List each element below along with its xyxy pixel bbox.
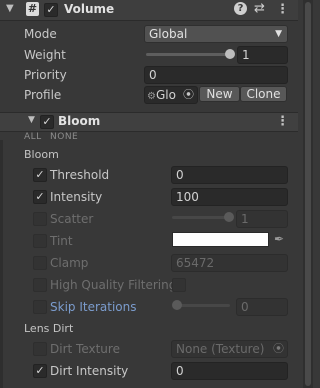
- scatter-label: Scatter: [50, 212, 94, 226]
- dirt-intensity-label: Dirt Intensity: [50, 364, 129, 378]
- new-profile-button[interactable]: New: [199, 86, 240, 102]
- bloom-section-label: Bloom: [24, 148, 59, 161]
- clamp-override-checkbox[interactable]: [33, 256, 47, 270]
- script-hash-icon: #: [26, 2, 39, 16]
- object-picker-icon[interactable]: ⦿: [183, 87, 194, 103]
- hq-filtering-checkbox[interactable]: [172, 278, 186, 292]
- tint-color-swatch[interactable]: [172, 232, 269, 247]
- scatter-slider-knob[interactable]: [224, 212, 234, 222]
- profile-value: Glo: [155, 88, 176, 102]
- bloom-foldout-arrow-icon[interactable]: ▼: [28, 115, 35, 125]
- scrollbar-thumb[interactable]: [305, 2, 311, 386]
- intensity-override-checkbox[interactable]: ✓: [33, 190, 47, 204]
- bloom-menu-icon[interactable]: ⋮: [276, 115, 289, 129]
- profile-label: Profile: [24, 88, 62, 102]
- clamp-field[interactable]: 65472: [171, 254, 288, 272]
- dirt-texture-label: Dirt Texture: [50, 342, 120, 356]
- threshold-override-checkbox[interactable]: ✓: [33, 168, 47, 182]
- left-edge-strip: [0, 140, 3, 388]
- weight-label: Weight: [24, 48, 66, 62]
- hq-override-checkbox[interactable]: [33, 278, 47, 292]
- scatter-slider-track[interactable]: [172, 216, 230, 219]
- dirt-intensity-field[interactable]: 0: [171, 362, 288, 380]
- clone-profile-button[interactable]: Clone: [240, 86, 287, 102]
- skip-slider-knob[interactable]: [172, 300, 182, 310]
- skip-field[interactable]: 0: [236, 298, 288, 316]
- skip-override-checkbox[interactable]: [33, 300, 47, 314]
- eyedropper-icon[interactable]: ✒: [274, 232, 284, 246]
- dirt-intensity-override-checkbox[interactable]: ✓: [33, 364, 47, 378]
- clamp-label: Clamp: [50, 256, 89, 270]
- all-toggle[interactable]: ALL: [24, 132, 42, 142]
- dirt-texture-value: None (Texture): [176, 342, 265, 356]
- threshold-field[interactable]: 0: [171, 166, 288, 184]
- threshold-label: Threshold: [50, 168, 110, 182]
- bloom-header[interactable]: ▼ ✓ Bloom ⋮: [0, 112, 298, 132]
- lens-dirt-section-label: Lens Dirt: [24, 322, 74, 335]
- weight-field[interactable]: 1: [237, 46, 288, 64]
- volume-header[interactable]: ▼ # ✓ Volume ? ⇄ ⋮: [0, 0, 298, 21]
- skip-iterations-label: Skip Iterations: [50, 300, 137, 314]
- dirt-texture-picker-icon[interactable]: ⦿: [273, 341, 284, 357]
- dropdown-arrow-icon: ▼: [275, 29, 282, 39]
- vertical-scrollbar[interactable]: [303, 0, 313, 388]
- mode-dropdown[interactable]: Global ▼: [144, 25, 288, 43]
- help-icon[interactable]: ?: [234, 2, 247, 15]
- tint-label: Tint: [50, 234, 73, 248]
- volume-enabled-checkbox[interactable]: ✓: [44, 3, 58, 17]
- priority-label: Priority: [24, 68, 67, 82]
- none-toggle[interactable]: NONE: [50, 132, 78, 142]
- hq-filtering-label: High Quality Filtering: [50, 278, 177, 292]
- weight-slider-knob[interactable]: [225, 49, 235, 59]
- bloom-title: Bloom: [58, 114, 101, 128]
- weight-slider-track[interactable]: [146, 53, 230, 56]
- dirt-texture-override-checkbox[interactable]: [33, 342, 47, 356]
- presets-icon[interactable]: ⇄: [254, 1, 265, 16]
- profile-object-field[interactable]: ⚙Glo ⦿: [144, 86, 198, 104]
- scatter-override-checkbox[interactable]: [33, 212, 47, 226]
- intensity-label: Intensity: [50, 190, 103, 204]
- bloom-enabled-checkbox[interactable]: ✓: [40, 115, 54, 129]
- mode-label: Mode: [24, 27, 57, 41]
- tint-override-checkbox[interactable]: [33, 234, 47, 248]
- priority-field[interactable]: 0: [144, 66, 288, 84]
- component-menu-icon[interactable]: ⋮: [276, 3, 289, 17]
- foldout-arrow-icon[interactable]: ▼: [6, 3, 14, 14]
- dirt-texture-field[interactable]: None (Texture) ⦿: [171, 340, 288, 358]
- skip-slider-track[interactable]: [175, 304, 230, 307]
- profile-asset-icon: ⚙: [147, 91, 156, 102]
- intensity-field[interactable]: 100: [171, 188, 288, 206]
- mode-value: Global: [149, 27, 188, 41]
- volume-title: Volume: [64, 2, 115, 16]
- scatter-field[interactable]: 1: [236, 210, 288, 228]
